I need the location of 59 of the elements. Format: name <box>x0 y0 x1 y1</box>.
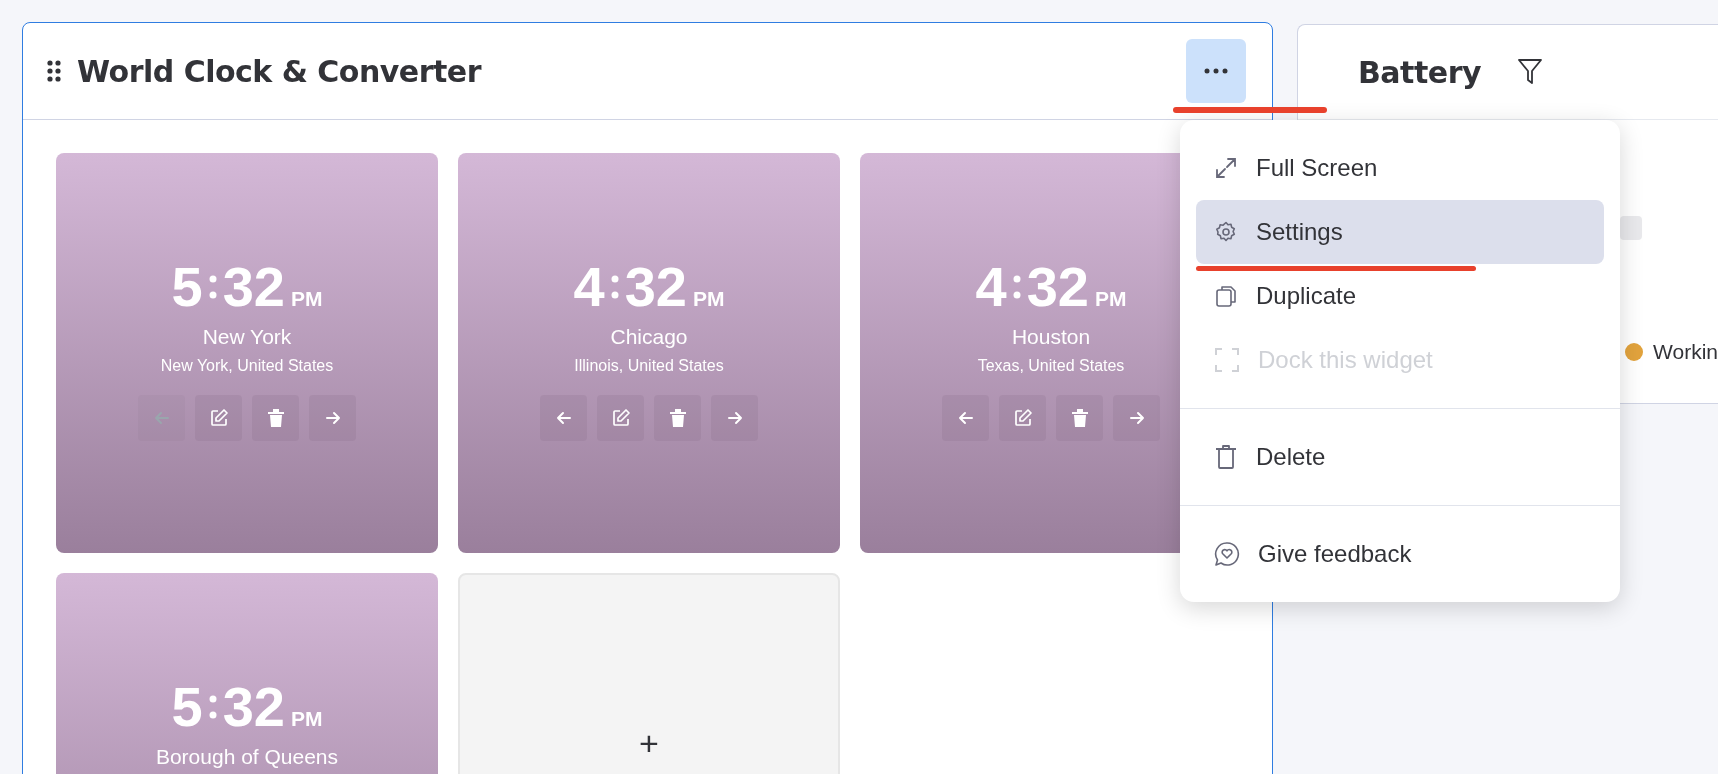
city-name: Chicago <box>610 325 688 349</box>
previous-button[interactable] <box>540 395 587 441</box>
edit-button[interactable] <box>999 395 1046 441</box>
legend-label: Workin <box>1653 340 1718 364</box>
colon-icon <box>208 694 217 720</box>
trash-icon <box>266 408 285 428</box>
settings-icon <box>1214 220 1238 244</box>
expand-icon <box>1214 156 1238 180</box>
next-button[interactable] <box>309 395 356 441</box>
clock-minutes: 32 <box>624 259 687 315</box>
next-button[interactable] <box>1113 395 1160 441</box>
menu-item[interactable]: Full Screen <box>1196 136 1604 200</box>
delete-button[interactable] <box>252 395 299 441</box>
edit-button[interactable] <box>195 395 242 441</box>
trash-icon <box>668 408 687 428</box>
trash-icon <box>1214 444 1238 470</box>
dock-icon <box>1214 347 1240 373</box>
colon-icon <box>208 274 217 300</box>
panel-title: Battery <box>1358 54 1481 90</box>
add-clock-tile[interactable]: + <box>458 573 840 774</box>
clock-minutes: 32 <box>222 259 285 315</box>
menu-item[interactable]: Duplicate <box>1196 264 1604 328</box>
more-icon <box>1204 68 1228 74</box>
clock-period: PM <box>290 707 323 731</box>
clock-period: PM <box>290 287 323 311</box>
menu-item[interactable]: Settings <box>1196 200 1604 264</box>
drag-handle-icon[interactable] <box>47 60 61 82</box>
region-name: Texas, United States <box>977 357 1125 375</box>
region-name: New York, United States <box>160 357 334 375</box>
delete-button[interactable] <box>654 395 701 441</box>
plus-sign: + <box>639 723 659 763</box>
region-name: Illinois, United States <box>574 357 724 375</box>
clock-period: PM <box>1094 287 1127 311</box>
colon-icon <box>610 274 619 300</box>
copy-icon <box>1214 284 1238 308</box>
city-name: Houston <box>1011 325 1091 349</box>
clock-hour: 4 <box>573 259 605 315</box>
delete-button[interactable] <box>1056 395 1103 441</box>
filter-icon[interactable] <box>1517 58 1543 86</box>
menu-item[interactable]: Give feedback <box>1196 522 1604 586</box>
next-button[interactable] <box>711 395 758 441</box>
trash-icon <box>1070 408 1089 428</box>
feedback-icon <box>1214 541 1240 567</box>
previous-button[interactable] <box>942 395 989 441</box>
clock-period: PM <box>692 287 725 311</box>
edit-icon <box>610 408 631 428</box>
clock-minutes: 32 <box>1026 259 1089 315</box>
edit-icon <box>208 408 229 428</box>
clock-minutes: 32 <box>222 679 285 735</box>
colon-icon <box>1012 274 1021 300</box>
edit-icon <box>1012 408 1033 428</box>
edit-button[interactable] <box>597 395 644 441</box>
clock-hour: 5 <box>171 259 203 315</box>
city-name: New York <box>202 325 292 349</box>
city-name: Borough of Queens <box>155 745 339 769</box>
clock-hour: 5 <box>171 679 203 735</box>
clock-hour: 4 <box>975 259 1007 315</box>
menu-item[interactable]: Delete <box>1196 425 1604 489</box>
widget-title: World Clock & Converter <box>77 53 483 89</box>
